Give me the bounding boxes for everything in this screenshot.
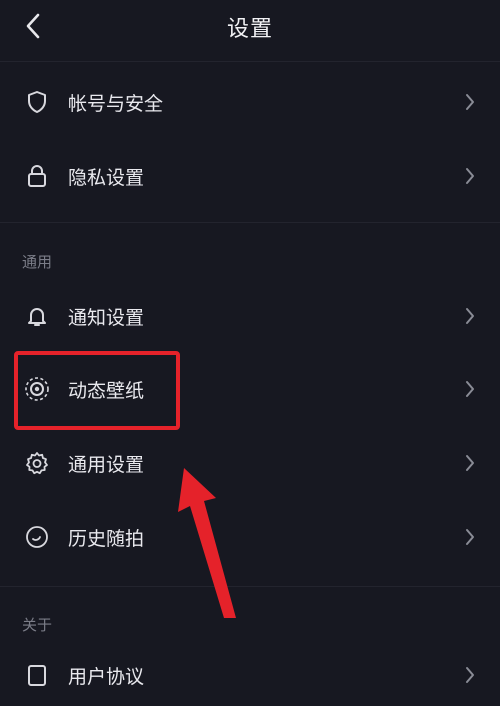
highlight-box bbox=[14, 351, 180, 430]
chevron-right-icon bbox=[464, 167, 476, 185]
shield-icon bbox=[24, 89, 50, 115]
settings-item-label: 历史随拍 bbox=[68, 527, 145, 550]
document-icon bbox=[24, 662, 50, 688]
section-divider bbox=[0, 586, 500, 587]
settings-item-account-security[interactable]: 帐号与安全 bbox=[0, 71, 500, 133]
chevron-left-icon bbox=[26, 13, 40, 39]
settings-item-label: 通知设置 bbox=[68, 306, 145, 329]
header: 设置 bbox=[0, 0, 500, 54]
chevron-right-icon bbox=[464, 528, 476, 546]
chevron-right-icon bbox=[464, 93, 476, 111]
settings-item-notifications[interactable]: 通知设置 bbox=[0, 285, 500, 347]
bell-icon bbox=[24, 303, 50, 329]
settings-item-history-snaps[interactable]: 历史随拍 bbox=[0, 506, 500, 568]
section-title-general: 通用 bbox=[22, 253, 53, 271]
chevron-right-icon bbox=[464, 666, 476, 684]
page-title: 设置 bbox=[226, 17, 273, 42]
settings-item-label: 帐号与安全 bbox=[68, 92, 164, 115]
settings-item-label: 隐私设置 bbox=[68, 166, 145, 189]
section-divider bbox=[0, 222, 500, 223]
chevron-right-icon bbox=[464, 380, 476, 398]
lock-icon bbox=[24, 163, 50, 189]
chevron-right-icon bbox=[464, 454, 476, 472]
history-icon bbox=[24, 524, 50, 550]
annotation-arrow-icon bbox=[178, 468, 236, 618]
chevron-right-icon bbox=[464, 307, 476, 325]
settings-item-label: 通用设置 bbox=[68, 453, 145, 476]
settings-item-label: 用户协议 bbox=[68, 665, 145, 688]
settings-item-general[interactable]: 通用设置 bbox=[0, 432, 500, 494]
gear-icon bbox=[24, 450, 50, 476]
settings-item-privacy[interactable]: 隐私设置 bbox=[0, 145, 500, 207]
settings-item-user-agreement[interactable]: 用户协议 bbox=[0, 644, 500, 706]
back-button[interactable] bbox=[18, 11, 48, 41]
header-divider bbox=[0, 61, 500, 62]
section-title-about: 关于 bbox=[22, 616, 53, 634]
